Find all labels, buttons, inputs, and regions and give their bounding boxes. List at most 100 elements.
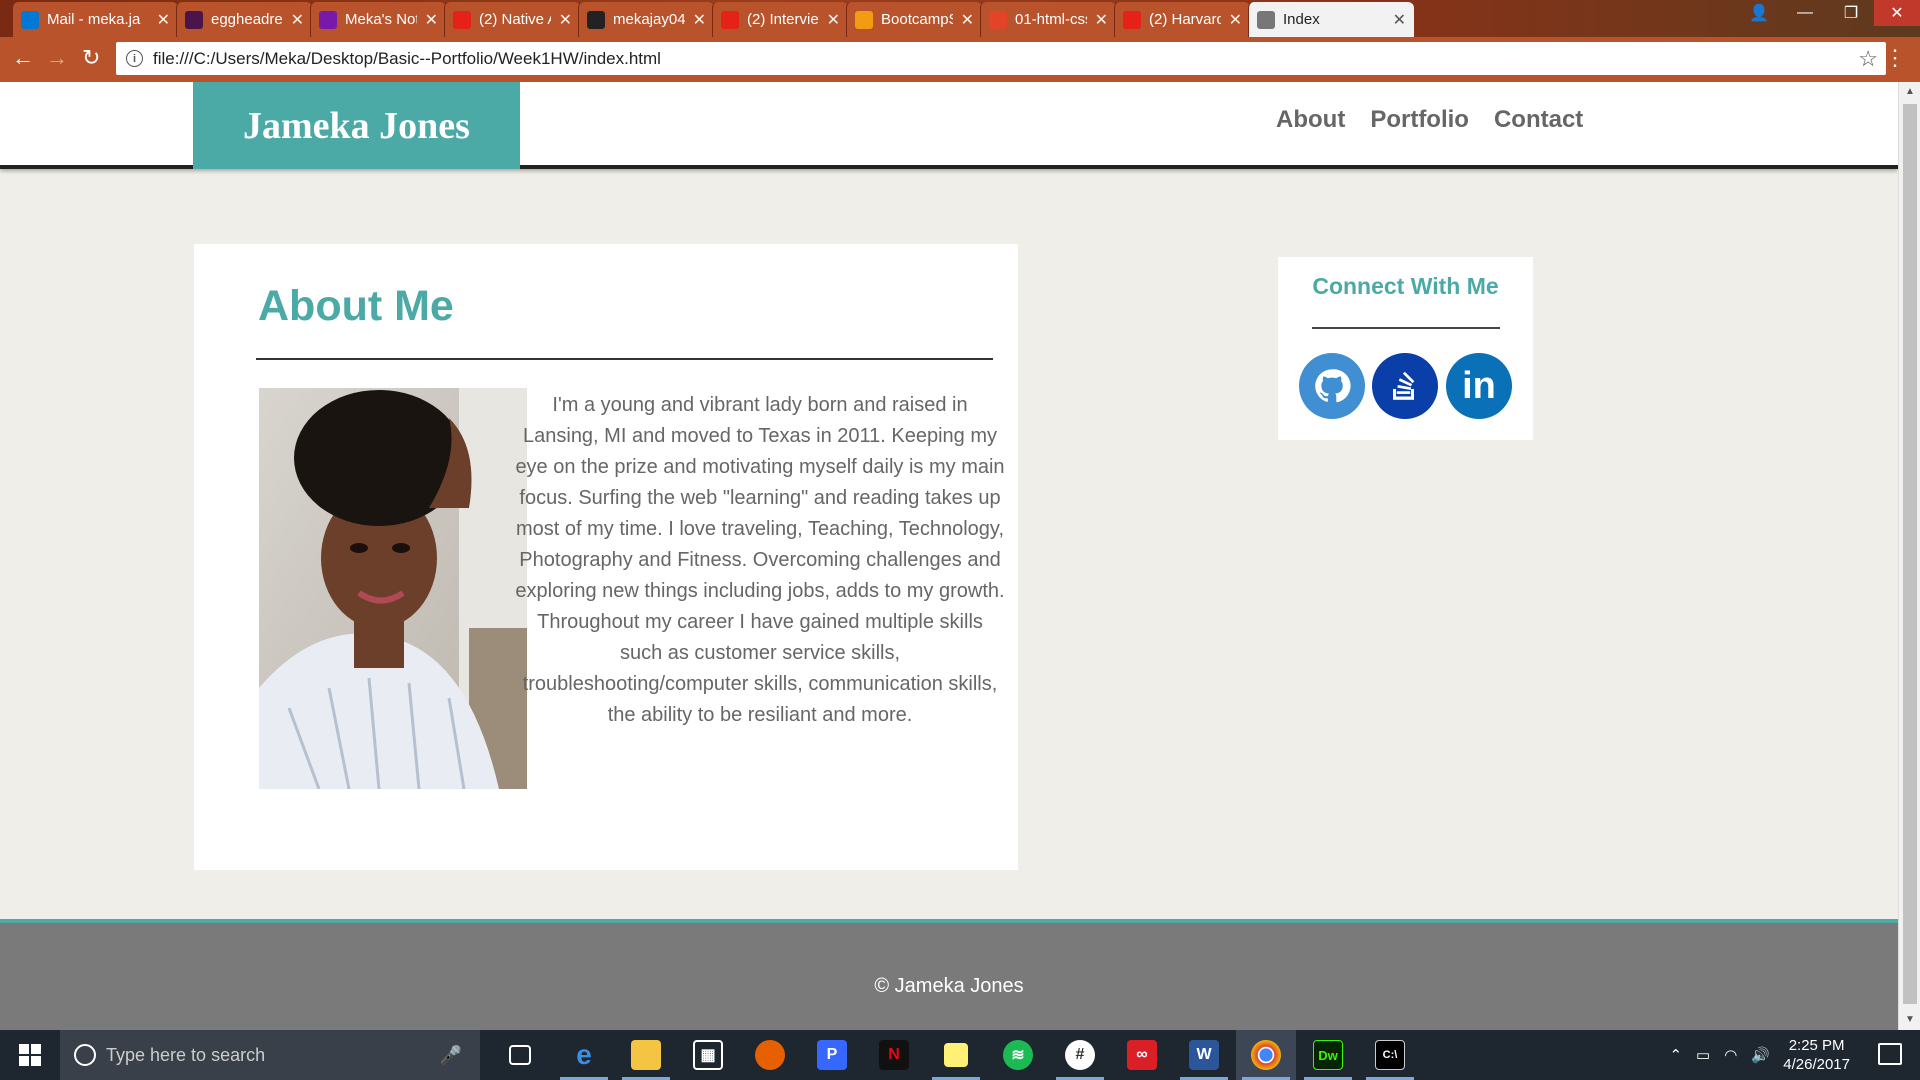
site-nav: About Portfolio Contact <box>1276 106 1583 134</box>
close-window-button[interactable]: ✕ <box>1874 0 1920 26</box>
page-icon <box>1257 10 1275 29</box>
taskbar-clock[interactable]: 2:25 PM 4/26/2017 <box>1783 1036 1850 1074</box>
browser-toolbar: ← → ↻ i file:///C:/Users/Meka/Desktop/Ba… <box>0 37 1920 82</box>
browser-tab[interactable]: (2) Native Am ✕ <box>444 2 580 37</box>
tab-title: (2) Native Am <box>479 11 551 28</box>
scroll-down-arrow-icon[interactable]: ▼ <box>1899 1010 1920 1030</box>
close-tab-icon[interactable]: ✕ <box>1229 10 1242 30</box>
youtube-icon <box>721 10 739 29</box>
edge-icon: e <box>576 1039 592 1070</box>
volume-icon[interactable]: 🔊 <box>1751 1046 1770 1064</box>
connect-section: Connect With Me in <box>1278 257 1533 440</box>
close-tab-icon[interactable]: ✕ <box>1393 10 1406 30</box>
reload-icon[interactable]: ↻ <box>82 47 100 69</box>
about-paragraph: I'm a young and vibrant lady born and ra… <box>515 394 1005 726</box>
connect-divider <box>1312 327 1500 329</box>
chrome-taskbar-button[interactable] <box>1236 1030 1296 1080</box>
task-view-icon <box>509 1045 531 1065</box>
maximize-button[interactable]: ❐ <box>1828 0 1874 26</box>
profile-icon[interactable]: 👤 <box>1736 0 1782 26</box>
browser-tab-strip: Mail - meka.ja ✕ eggheadrepo ✕ Meka's Noteb ✕… <box>0 0 1920 37</box>
scrollbar-thumb[interactable] <box>1903 104 1917 1004</box>
nav-about-link[interactable]: About <box>1276 106 1345 134</box>
browser-tab[interactable]: (2) Interview ✕ <box>712 2 848 37</box>
tab-title: Index <box>1283 11 1320 28</box>
close-tab-icon[interactable]: ✕ <box>961 10 974 30</box>
close-tab-icon[interactable]: ✕ <box>827 10 840 30</box>
action-center-icon[interactable] <box>1878 1043 1902 1065</box>
dreamweaver-taskbar-button[interactable]: Dw <box>1298 1030 1358 1080</box>
close-tab-icon[interactable]: ✕ <box>559 10 572 30</box>
microphone-icon[interactable]: 🎤 <box>440 1045 462 1066</box>
site-brand[interactable]: Jameka Jones <box>193 82 520 169</box>
outlook-icon <box>21 10 39 29</box>
stackoverflow-link[interactable] <box>1372 353 1438 419</box>
youtube-icon <box>1123 10 1141 29</box>
page-scrollbar[interactable]: ▲ ▼ <box>1898 82 1920 1030</box>
close-tab-icon[interactable]: ✕ <box>291 10 304 30</box>
site-header: Jameka Jones About Portfolio Contact <box>0 82 1898 169</box>
word-taskbar-button[interactable]: W <box>1174 1030 1234 1080</box>
nav-portfolio-link[interactable]: Portfolio <box>1370 106 1469 134</box>
taskbar-search[interactable]: Type here to search 🎤 <box>60 1030 480 1080</box>
close-tab-icon[interactable]: ✕ <box>157 10 170 30</box>
store-icon: ▦ <box>693 1040 723 1070</box>
spotify-taskbar-button[interactable]: ≋ <box>988 1030 1048 1080</box>
terminal-taskbar-button[interactable]: C:\ <box>1360 1030 1420 1080</box>
about-title: About Me <box>258 282 454 330</box>
url-text[interactable]: file:///C:/Users/Meka/Desktop/Basic--Por… <box>153 49 661 69</box>
clock-time: 2:25 PM <box>1788 1037 1845 1054</box>
edge-taskbar-button[interactable]: e <box>554 1030 614 1080</box>
forward-arrow-icon[interactable]: → <box>46 47 68 69</box>
youtube-icon <box>453 10 471 29</box>
start-button[interactable] <box>0 1030 60 1080</box>
gitlab-icon <box>989 10 1007 29</box>
browser-tab[interactable]: 01-html-css- ✕ <box>980 2 1116 37</box>
firefox-icon <box>755 1040 785 1070</box>
slack-hash-icon <box>185 10 203 29</box>
close-tab-icon[interactable]: ✕ <box>425 10 438 30</box>
browser-tab[interactable]: BootcampSp ✕ <box>846 2 982 37</box>
pandora-taskbar-button[interactable]: P <box>802 1030 862 1080</box>
tab-title: (2) Harvard i- <box>1149 11 1221 28</box>
tab-title: eggheadrepo <box>211 11 283 28</box>
close-tab-icon[interactable]: ✕ <box>1095 10 1108 30</box>
minimize-button[interactable]: — <box>1782 0 1828 26</box>
tab-title: (2) Interview <box>747 11 819 28</box>
github-link[interactable] <box>1299 353 1365 419</box>
sticky-notes-taskbar-button[interactable] <box>926 1030 986 1080</box>
scroll-up-arrow-icon[interactable]: ▲ <box>1899 82 1920 102</box>
linkedin-link[interactable]: in <box>1446 353 1512 419</box>
window-controls: 👤 — ❐ ✕ <box>1736 0 1920 26</box>
firefox-taskbar-button[interactable] <box>740 1030 800 1080</box>
spotify-icon: ≋ <box>1003 1040 1033 1070</box>
address-bar[interactable]: i file:///C:/Users/Meka/Desktop/Basic--P… <box>116 42 1886 75</box>
store-taskbar-button[interactable]: ▦ <box>678 1030 738 1080</box>
site-info-icon[interactable]: i <box>126 50 143 67</box>
browser-tab[interactable]: Meka's Noteb ✕ <box>310 2 446 37</box>
back-arrow-icon[interactable]: ← <box>12 47 34 69</box>
browser-menu-icon[interactable]: ⋮ <box>1884 47 1906 69</box>
bootcamp-icon <box>855 10 873 29</box>
chrome-icon <box>1251 1040 1281 1070</box>
stackoverflow-icon <box>1393 371 1415 400</box>
browser-tab[interactable]: mekajay04/Ba ✕ <box>578 2 714 37</box>
task-view-button[interactable] <box>490 1030 550 1080</box>
battery-icon[interactable]: ▭ <box>1696 1046 1710 1064</box>
netflix-taskbar-button[interactable]: N <box>864 1030 924 1080</box>
creative-cloud-taskbar-button[interactable]: ∞ <box>1112 1030 1172 1080</box>
browser-tab[interactable]: (2) Harvard i- ✕ <box>1114 2 1250 37</box>
bookmark-star-icon[interactable]: ☆ <box>1858 46 1878 72</box>
close-tab-icon[interactable]: ✕ <box>693 10 706 30</box>
browser-tab[interactable]: Mail - meka.ja ✕ <box>12 2 178 37</box>
tab-title: mekajay04/Ba <box>613 11 685 28</box>
browser-tab[interactable]: Index ✕ <box>1248 2 1414 37</box>
nav-contact-link[interactable]: Contact <box>1494 106 1583 134</box>
wifi-icon[interactable]: ◠ <box>1724 1046 1737 1064</box>
slack-taskbar-button[interactable]: # <box>1050 1030 1110 1080</box>
explorer-taskbar-button[interactable] <box>616 1030 676 1080</box>
browser-tab[interactable]: eggheadrepo ✕ <box>176 2 312 37</box>
terminal-icon: C:\ <box>1375 1040 1405 1070</box>
connect-title: Connect With Me <box>1312 273 1499 299</box>
tray-chevron-up-icon[interactable]: ⌃ <box>1669 1046 1682 1064</box>
